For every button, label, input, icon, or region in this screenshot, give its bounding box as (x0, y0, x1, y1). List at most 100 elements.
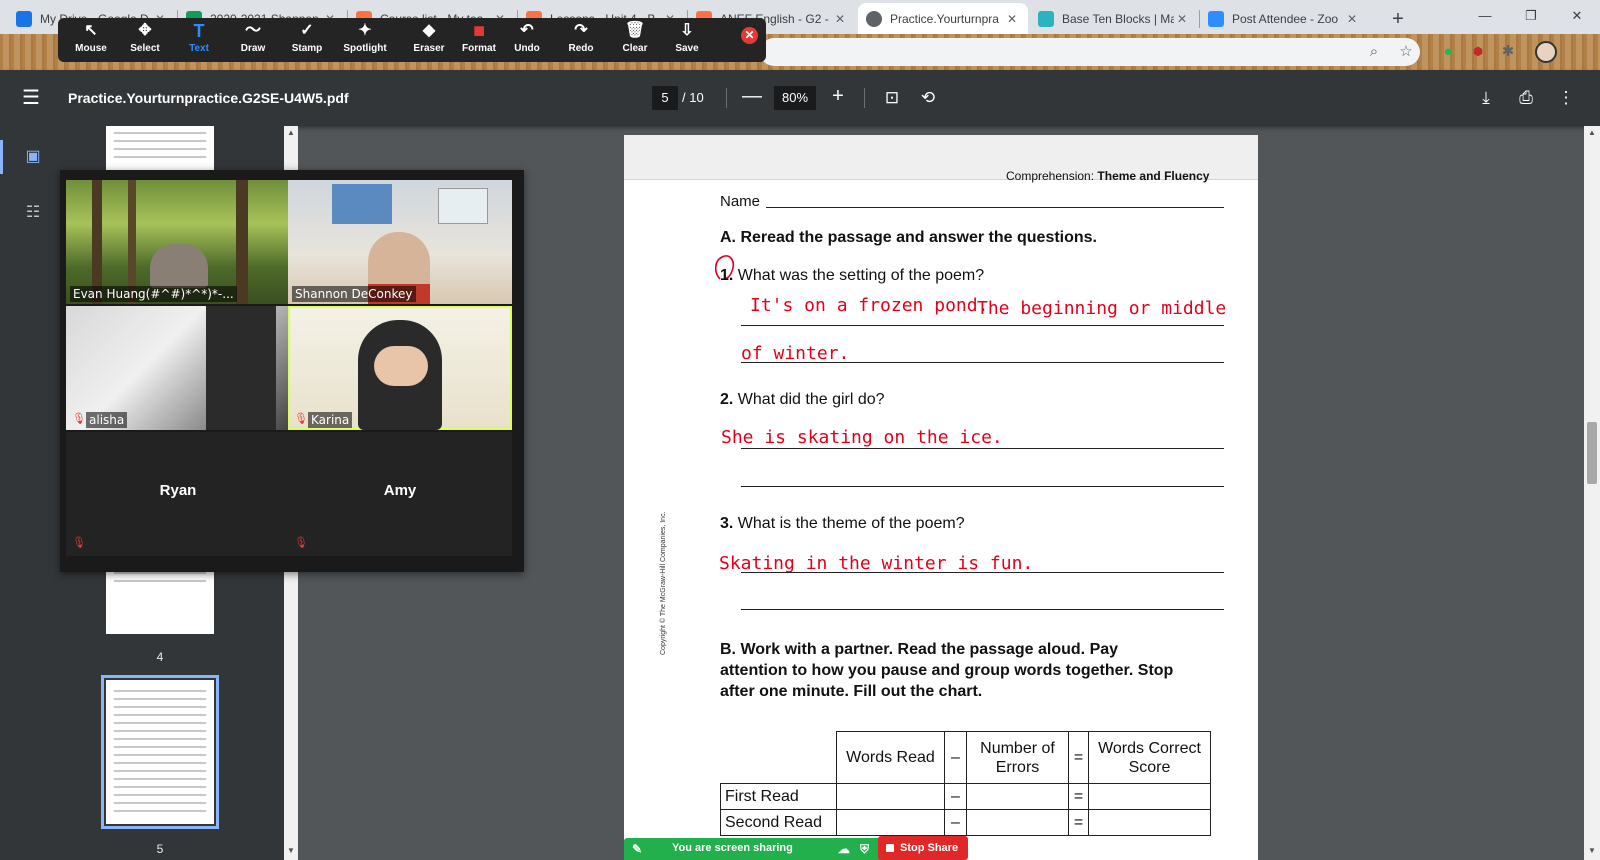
bookmark-star-icon[interactable]: ☆ (1394, 40, 1418, 64)
answer-1a[interactable]: It's on a frozen pond. (750, 295, 988, 316)
pdf-page: Comprehension: Theme and Fluency Name A.… (624, 135, 1258, 860)
errors-cell[interactable] (966, 809, 1069, 836)
tab-close-icon[interactable]: ✕ (1174, 12, 1190, 26)
toolbar-divider (726, 88, 727, 108)
section-a-heading: A. Reread the passage and answer the que… (720, 229, 1097, 246)
minus-cell: – (944, 809, 967, 836)
video-tile-evan[interactable]: Evan Huang(#^#)*^*)*-... (66, 180, 290, 304)
profile-avatar[interactable] (1535, 41, 1557, 63)
words-read-cell[interactable] (836, 783, 945, 810)
rotate-icon[interactable]: ⟲ (916, 86, 940, 110)
video-tile-amy[interactable]: Amy 🎙 (288, 432, 512, 556)
page-total: / 10 (682, 90, 704, 105)
document-scrollbar[interactable]: ▲ ▼ (1584, 126, 1600, 860)
muted-mic-icon: 🎙 (72, 537, 86, 549)
stamp-tool-button[interactable]: ✓ Stamp (280, 18, 334, 62)
tab-close-icon[interactable]: ✕ (1004, 12, 1020, 26)
answer-line (741, 486, 1224, 487)
zoom-icon (1208, 10, 1224, 27)
pdf-sidebar-rail: ▣ ☷ (0, 126, 66, 860)
question-text: What was the setting of the poem? (737, 267, 985, 284)
page-thumbnail-5[interactable] (101, 675, 219, 829)
spotlight-tool-button[interactable]: ✦ Spotlight (338, 18, 392, 62)
video-tile-shannon[interactable]: Shannon DeConkey (288, 180, 512, 304)
format-tool-button[interactable]: ■ Format (452, 18, 506, 62)
zoom-in-button[interactable]: + (826, 84, 850, 108)
muted-mic-icon: 🎙 (294, 413, 308, 425)
menu-icon[interactable]: ☰ (22, 88, 42, 108)
select-icon: ✥ (138, 22, 152, 39)
window-minimize-button[interactable]: — (1462, 0, 1508, 32)
chair-back-decoration (206, 306, 276, 430)
annotation-close-icon[interactable]: ✕ (741, 27, 758, 44)
extensions-puzzle-icon[interactable]: ✱ (1496, 40, 1520, 64)
select-tool-button[interactable]: ✥ Select (118, 18, 172, 62)
scroll-down-icon[interactable]: ▼ (286, 846, 296, 856)
video-tile-karina[interactable]: 🎙 Karina (288, 306, 512, 430)
video-tile-alisha[interactable]: 🎙 alisha (66, 306, 290, 430)
save-button[interactable]: ⇩ Save (660, 18, 714, 62)
page-number-input[interactable]: 5 (652, 86, 678, 110)
equals-cell: = (1068, 809, 1089, 836)
muted-mic-icon: 🎙 (72, 413, 86, 425)
extension-green-icon[interactable]: ● (1436, 40, 1460, 64)
new-tab-button[interactable]: + (1384, 5, 1412, 33)
ublock-icon[interactable]: ⬢ (1466, 40, 1490, 64)
drag-handle-icon[interactable]: ✎ (632, 841, 642, 857)
eraser-tool-button[interactable]: ◆ Eraser (402, 18, 456, 62)
browser-tab-zoom[interactable]: Post Attendee - Zoo ✕ (1200, 3, 1368, 34)
text-tool-button[interactable]: T Text (172, 18, 226, 62)
clear-button[interactable]: 🗑 Clear (608, 18, 662, 62)
answer-1c[interactable]: of winter. (741, 343, 849, 364)
tool-label: Clear (622, 43, 648, 54)
stop-share-button[interactable]: Stop Share (878, 836, 968, 860)
scroll-up-icon[interactable]: ▲ (1587, 128, 1597, 138)
download-icon[interactable]: ⤓ (1474, 86, 1498, 110)
tab-close-icon[interactable]: ✕ (832, 12, 848, 26)
participant-name: alisha (86, 412, 128, 428)
mouse-tool-button[interactable]: ↖ Mouse (64, 18, 118, 62)
zoom-out-button[interactable]: — (740, 84, 764, 108)
errors-cell[interactable] (966, 783, 1069, 810)
chart-corner (720, 731, 837, 784)
window-close-button[interactable]: ✕ (1554, 0, 1600, 32)
score-cell[interactable] (1088, 783, 1211, 810)
thumbnails-view-icon[interactable]: ▣ (16, 142, 50, 172)
fluency-chart: Words Read – Number of Errors = Words Co… (720, 731, 1211, 836)
words-read-cell[interactable] (836, 809, 945, 836)
question-number: 3. (720, 515, 734, 532)
wall-poster-decoration (332, 184, 392, 224)
score-cell[interactable] (1088, 809, 1211, 836)
scroll-down-icon[interactable]: ▼ (1587, 846, 1597, 856)
worksheet-header: Comprehension: Theme and Fluency (1006, 169, 1209, 183)
undo-button[interactable]: ↶ Undo (500, 18, 554, 62)
tool-label: Undo (514, 43, 540, 54)
draw-tool-button[interactable]: 〜 Draw (226, 18, 280, 62)
address-bar[interactable] (760, 38, 1420, 66)
browser-tab-base-ten[interactable]: Base Ten Blocks | Ma ✕ (1030, 3, 1198, 34)
tool-label: Select (130, 43, 160, 54)
page-thumbnail[interactable] (106, 126, 214, 170)
zoom-video-panel[interactable]: Evan Huang(#^#)*^*)*-... Shannon DeConke… (60, 170, 524, 572)
scroll-up-icon[interactable]: ▲ (286, 128, 296, 138)
answer-1b[interactable]: The beginning or middle (977, 298, 1226, 319)
scrollbar-thumb[interactable] (1587, 422, 1597, 484)
zoom-magnifier-icon[interactable]: ⌕ (1362, 40, 1386, 64)
text-icon: T (193, 21, 205, 41)
fit-to-page-icon[interactable]: ⊡ (880, 86, 904, 110)
video-tile-ryan[interactable]: Ryan 🎙 (66, 432, 290, 556)
minus-cell: – (944, 783, 967, 810)
answer-2[interactable]: She is skating on the ice. (721, 427, 1003, 448)
screen-sharing-bar[interactable]: ✎ You are screen sharing ☁ ⛨ (624, 838, 886, 860)
browser-tab-practice[interactable]: Practice.Yourturnpra ✕ (858, 3, 1028, 34)
tab-label: Post Attendee - Zoo (1232, 11, 1339, 26)
zoom-level-input[interactable]: 80% (774, 86, 816, 110)
outline-view-icon[interactable]: ☷ (16, 198, 50, 228)
tab-close-icon[interactable]: ✕ (1344, 12, 1360, 26)
equals-cell: = (1068, 783, 1089, 810)
window-restore-button[interactable]: ❐ (1508, 0, 1554, 32)
print-icon[interactable]: ⎙ (1514, 86, 1538, 110)
answer-3[interactable]: Skating in the winter is fun. (719, 553, 1033, 574)
more-options-icon[interactable]: ⋮ (1554, 86, 1578, 110)
redo-button[interactable]: ↷ Redo (554, 18, 608, 62)
